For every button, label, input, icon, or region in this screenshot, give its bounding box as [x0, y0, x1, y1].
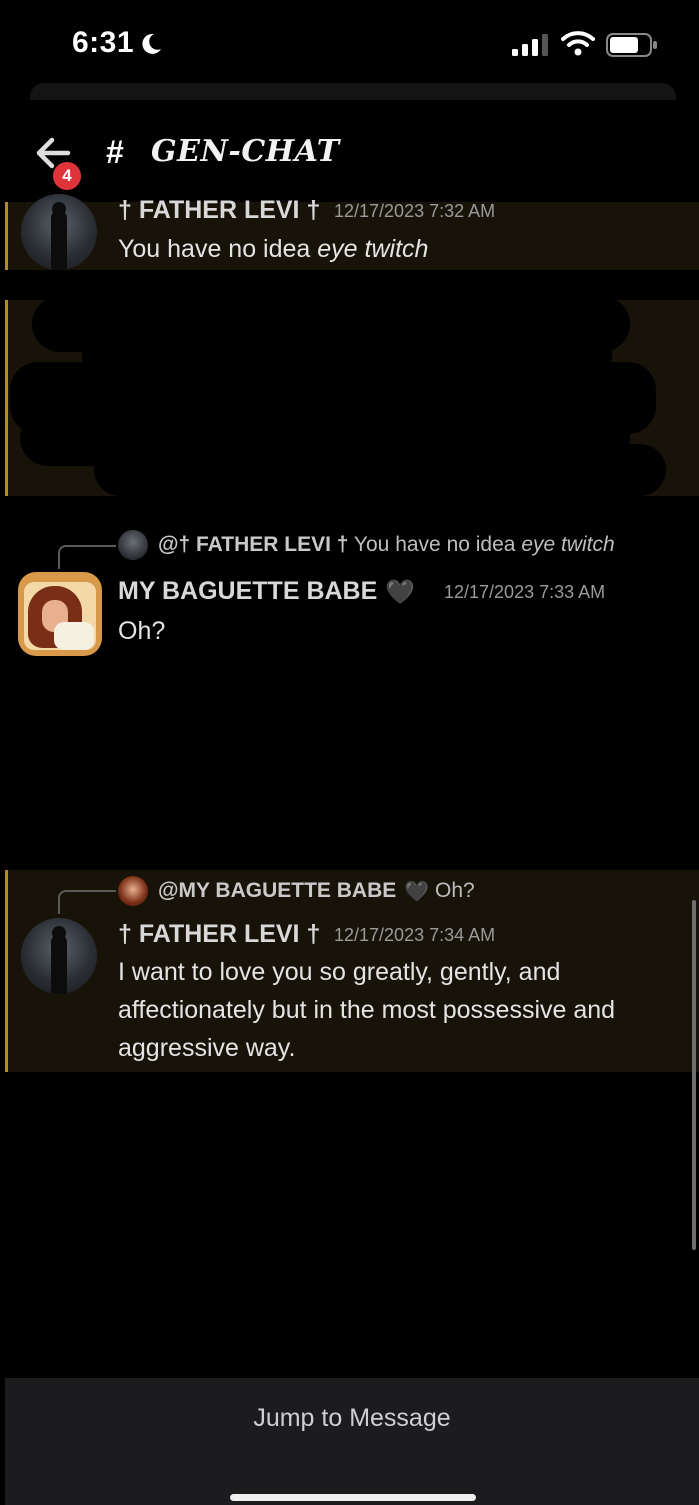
status-bar: 6:31: [0, 0, 699, 90]
message-3-author[interactable]: † FATHER LEVI †: [118, 920, 320, 949]
message-3-content: I want to love you so greatly, gently, a…: [118, 958, 616, 1062]
message-1-author[interactable]: † FATHER LEVI †: [118, 196, 320, 225]
reply-text: You have no idea: [348, 533, 522, 556]
father-levi-avatar[interactable]: [21, 918, 97, 994]
black-heart-icon: 🖤: [404, 881, 430, 903]
moon-icon: [142, 33, 161, 54]
channel-header: 4 # GEN-CHAT: [0, 100, 699, 202]
reply-text: Oh?: [435, 879, 475, 902]
reply-connector: [58, 890, 116, 914]
message-2-content: Oh?: [118, 617, 166, 645]
signal-icon: [512, 34, 548, 56]
jump-to-message-bar[interactable]: Jump to Message: [5, 1378, 699, 1505]
reply-author: @MY BAGUETTE BABE: [158, 879, 397, 902]
reply-connector: [58, 545, 116, 569]
unread-badge: 4: [51, 160, 83, 192]
message-2-author-name: MY BAGUETTE BABE: [118, 577, 378, 605]
reply-avatar: [118, 876, 148, 906]
baguette-babe-avatar[interactable]: [18, 572, 102, 656]
battery-icon: [606, 33, 657, 57]
avatar-scarf: [54, 622, 94, 650]
redacted-area: [94, 444, 666, 496]
reply-preview-1[interactable]: @† FATHER LEVI † You have no idea eye tw…: [158, 533, 615, 557]
wifi-icon: [561, 31, 595, 56]
jump-to-message-button[interactable]: Jump to Message: [5, 1404, 699, 1433]
reply-preview-2[interactable]: @MY BAGUETTE BABE 🖤 Oh?: [158, 879, 475, 904]
black-heart-icon: 🖤: [385, 579, 416, 606]
status-time: 6:31: [72, 26, 135, 59]
avatar-toast-inner: [24, 582, 96, 650]
avatar-figure-body: [51, 210, 67, 270]
hash-icon: #: [106, 134, 124, 170]
reply-italic: eye twitch: [521, 533, 615, 556]
home-indicator[interactable]: [230, 1494, 476, 1501]
message-1-content: You have no idea eye twitch: [118, 230, 678, 268]
avatar-figure-body: [51, 934, 67, 994]
message-1-text: You have no idea: [118, 235, 318, 263]
channel-title[interactable]: GEN-CHAT: [151, 134, 340, 169]
father-levi-avatar[interactable]: [21, 194, 97, 270]
reply-avatar: [118, 530, 148, 560]
message-3-timestamp: 12/17/2023 7:34 AM: [334, 925, 496, 945]
reply-author: @† FATHER LEVI †: [158, 533, 349, 556]
scrollbar[interactable]: [692, 900, 696, 1250]
message-2-author[interactable]: MY BAGUETTE BABE 🖤: [118, 577, 415, 607]
message-1-italic: eye twitch: [317, 235, 429, 263]
message-2-timestamp: 12/17/2023 7:33 AM: [444, 582, 606, 602]
message-1-timestamp: 12/17/2023 7:32 AM: [334, 201, 496, 221]
